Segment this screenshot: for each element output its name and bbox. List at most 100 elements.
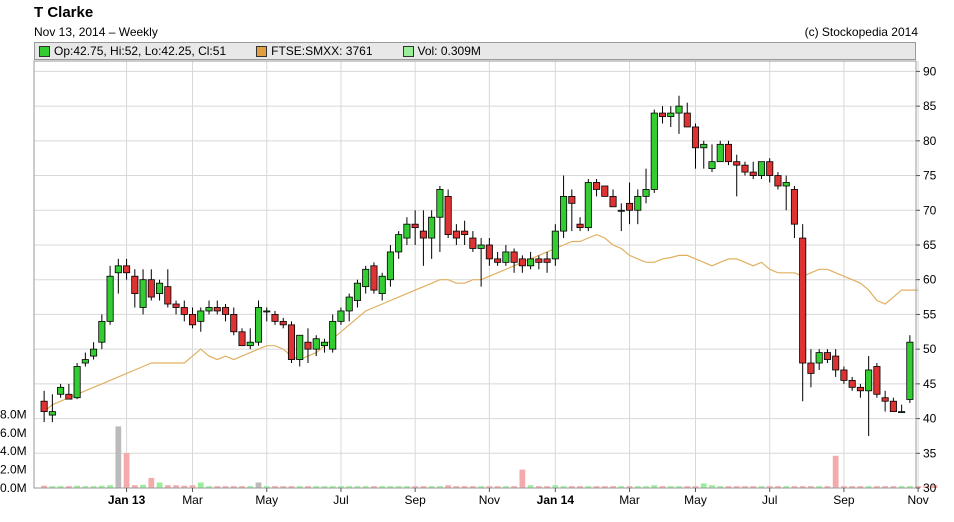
candle-body bbox=[172, 303, 180, 308]
volume-bar bbox=[255, 482, 262, 488]
candle-body bbox=[593, 182, 601, 190]
candle-body bbox=[353, 282, 361, 301]
plot-border bbox=[33, 60, 917, 489]
volume-bar bbox=[700, 483, 707, 488]
price-tick-label: 40 bbox=[923, 412, 937, 426]
candle-body bbox=[617, 209, 625, 212]
candle-body bbox=[452, 230, 460, 239]
candle-body bbox=[296, 334, 304, 360]
candle-body bbox=[724, 143, 733, 163]
chart-subtitle: Nov 13, 2014 – Weekly bbox=[34, 25, 158, 39]
legend-bar: Op:42.75, Hi:52, Lo:42.25, Cl:51 FTSE:SM… bbox=[34, 42, 916, 60]
volume-bar bbox=[197, 482, 204, 488]
candle-body bbox=[156, 282, 164, 294]
candle-body bbox=[213, 307, 221, 312]
legend-ftse-label: FTSE:SMXX: 3761 bbox=[271, 44, 373, 58]
price-tick-label: 75 bbox=[923, 169, 937, 183]
candle-body bbox=[139, 279, 147, 308]
date-axis: Jan 13 Mar May Jul Sep Nov Jan 14 Mar May Jul Sep N… bbox=[108, 488, 929, 507]
candle-body bbox=[799, 237, 807, 364]
candle-body bbox=[164, 286, 172, 305]
candle-body bbox=[774, 175, 782, 187]
candle-body bbox=[312, 338, 320, 350]
candle-body bbox=[106, 275, 114, 322]
candle-body bbox=[123, 265, 131, 274]
candle-body bbox=[815, 352, 823, 364]
candle-body bbox=[634, 195, 642, 211]
candle-body bbox=[601, 185, 609, 197]
price-tick-label: 60 bbox=[923, 273, 937, 287]
copyright-notice: (c) Stockopedia 2014 bbox=[804, 25, 918, 39]
volume-tick-label: 8.0M bbox=[0, 407, 27, 421]
candle-body bbox=[881, 397, 889, 402]
candle-body bbox=[683, 112, 691, 128]
date-tick-label: May bbox=[255, 493, 278, 507]
candle-body bbox=[279, 320, 287, 326]
candle-body bbox=[81, 359, 89, 364]
date-tick-label: Mar bbox=[182, 493, 203, 507]
candle-body bbox=[403, 223, 411, 239]
candle-body bbox=[90, 348, 98, 357]
candle-body bbox=[98, 320, 106, 343]
candle-body bbox=[865, 369, 873, 392]
volume-bar bbox=[123, 453, 130, 488]
volume-tick-label: 0.0M bbox=[0, 481, 27, 495]
candle-body bbox=[395, 234, 403, 253]
price-tick-label: 35 bbox=[923, 446, 937, 460]
candle-body bbox=[48, 411, 56, 416]
candle-body bbox=[419, 230, 427, 239]
candle-body bbox=[560, 195, 568, 232]
ftse-swatch-icon bbox=[256, 45, 268, 57]
candle-body bbox=[609, 195, 617, 208]
candle-body bbox=[832, 355, 840, 371]
price-tick-label: 55 bbox=[923, 307, 937, 321]
price-tick-label: 85 bbox=[923, 99, 937, 113]
date-tick-label: Mar bbox=[619, 493, 640, 507]
grid-lines bbox=[34, 61, 919, 489]
candle-body bbox=[584, 182, 592, 229]
candle-body bbox=[73, 366, 81, 399]
candle-body bbox=[40, 400, 48, 413]
volume-bar bbox=[156, 482, 163, 488]
date-tick-label: Sep bbox=[833, 493, 855, 507]
candle-body bbox=[362, 268, 370, 288]
candle-body bbox=[329, 320, 337, 350]
candle-body bbox=[642, 189, 650, 197]
candle-body bbox=[823, 352, 831, 360]
candle-body bbox=[444, 195, 452, 235]
legend-item-volume: Vol: 0.309M bbox=[402, 44, 481, 58]
candle-body bbox=[535, 258, 543, 263]
candle-body bbox=[337, 310, 345, 322]
price-tick-label: 65 bbox=[923, 238, 937, 252]
price-chart: 30354045505560657075808590 0.0M2.0M4.0M6… bbox=[0, 60, 938, 507]
volume-tick-label: 6.0M bbox=[0, 426, 27, 440]
ohlc-swatch-icon bbox=[39, 45, 50, 57]
legend-item-ohlc: Op:42.75, Hi:52, Lo:42.25, Cl:51 bbox=[39, 44, 226, 58]
candle-body bbox=[543, 258, 551, 263]
price-tick-label: 80 bbox=[923, 134, 937, 148]
candle-body bbox=[873, 366, 881, 395]
candle-body bbox=[320, 341, 328, 347]
candle-body bbox=[733, 161, 741, 166]
price-tick-label: 50 bbox=[923, 342, 937, 356]
date-tick-label: Jul bbox=[333, 493, 348, 507]
candle-body bbox=[757, 161, 765, 176]
candle-body bbox=[518, 258, 526, 267]
price-tick-label: 90 bbox=[923, 64, 937, 78]
date-tick-label: Nov bbox=[907, 493, 928, 507]
candle-body bbox=[386, 251, 394, 281]
candle-body bbox=[378, 275, 386, 294]
date-tick-label: Sep bbox=[404, 493, 426, 507]
candle-body bbox=[568, 195, 576, 204]
candle-body bbox=[254, 307, 263, 343]
volume-tick-label: 2.0M bbox=[0, 463, 27, 477]
candle-body bbox=[246, 341, 254, 347]
volume-bar bbox=[519, 469, 526, 488]
candle-body bbox=[485, 244, 493, 260]
candle-body bbox=[716, 143, 724, 163]
candle-body bbox=[304, 341, 312, 350]
volume-swatch-icon bbox=[402, 45, 414, 57]
date-tick-label: Nov bbox=[479, 493, 500, 507]
candle-body bbox=[428, 216, 436, 239]
legend-ohlc-label: Op:42.75, Hi:52, Lo:42.25, Cl:51 bbox=[54, 44, 227, 58]
